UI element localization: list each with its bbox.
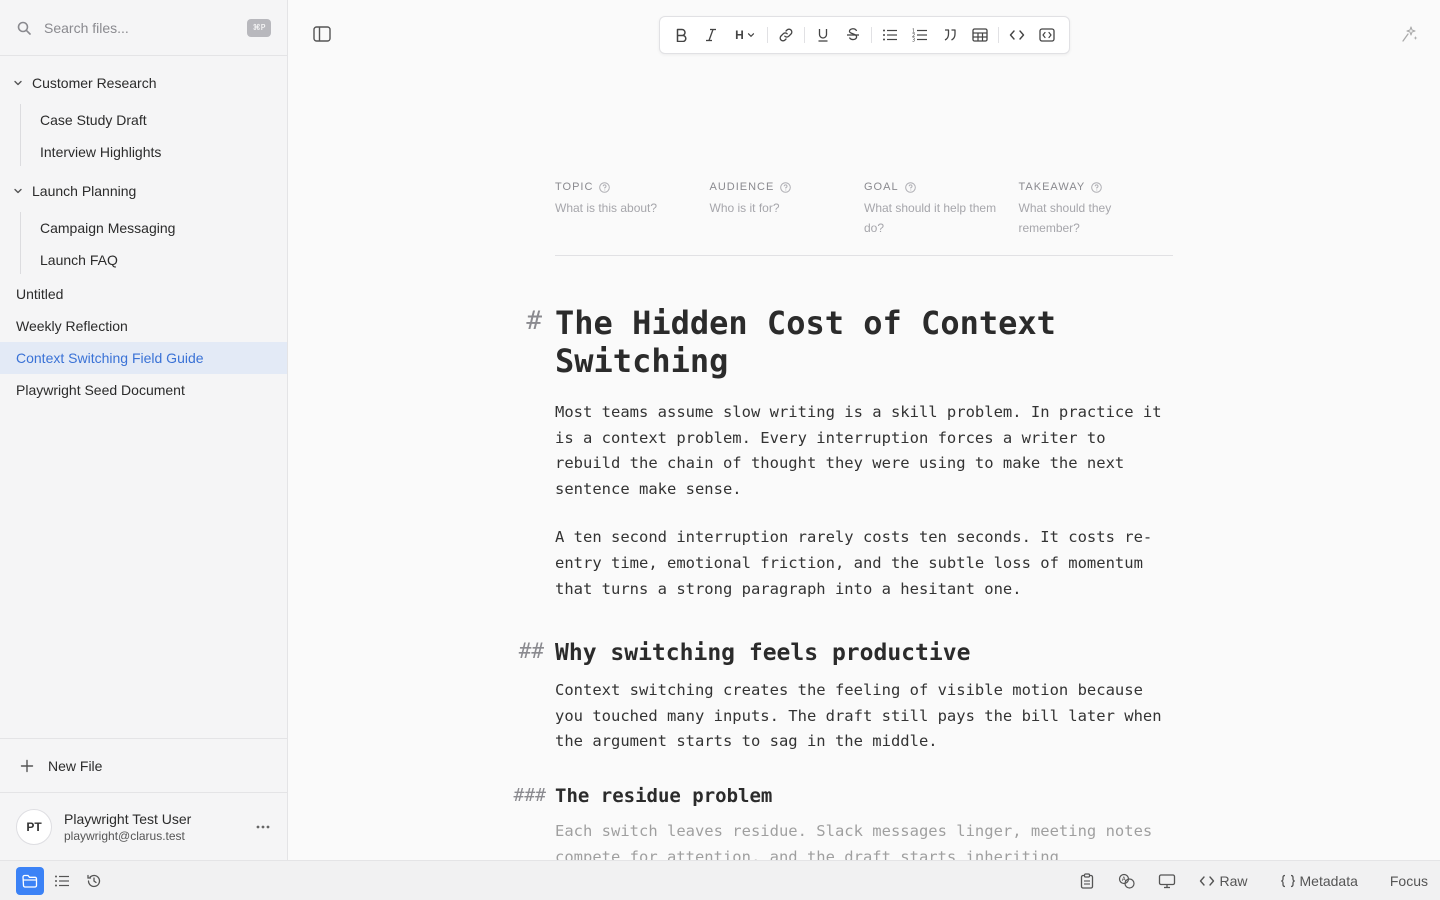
meta-placeholder-takeaway: What should they remember?: [1018, 201, 1112, 235]
user-profile: PT Playwright Test User playwright@claru…: [0, 792, 287, 860]
meta-placeholder-goal: What should it help them do?: [864, 201, 997, 235]
file-item-context-switching-field-guide[interactable]: Context Switching Field Guide: [0, 342, 287, 374]
outline-view-icon[interactable]: [48, 867, 76, 895]
file-item-weekly-reflection[interactable]: Weekly Reflection: [0, 310, 287, 342]
meta-label-topic: TOPIC: [555, 181, 594, 193]
help-icon[interactable]: [599, 181, 611, 193]
meta-field-audience[interactable]: AUDIENCE Who is it for?: [710, 178, 865, 255]
folder-label: Customer Research: [32, 75, 157, 91]
file-item-untitled[interactable]: Untitled: [0, 278, 287, 310]
file-item-interview-highlights[interactable]: Interview Highlights: [20, 136, 287, 168]
link-icon[interactable]: [773, 22, 799, 48]
help-icon[interactable]: [904, 181, 917, 193]
paragraph: A ten second interruption rarely costs t…: [555, 528, 1153, 598]
document-title: The Hidden Cost of Context Switching: [555, 304, 1056, 380]
heading-dropdown[interactable]: H: [728, 22, 762, 48]
metadata-label: Metadata: [1299, 872, 1358, 889]
clipboard-icon[interactable]: [1073, 867, 1101, 895]
paragraph: Context switching creates the feeling of…: [555, 681, 1162, 751]
file-item-case-study-draft[interactable]: Case Study Draft: [20, 104, 287, 136]
file-item-playwright-seed-document[interactable]: Playwright Seed Document: [0, 374, 287, 406]
folder-label: Launch Planning: [32, 183, 137, 199]
h1-marker: #: [526, 306, 542, 336]
italic-icon[interactable]: [698, 22, 724, 48]
meta-placeholder-topic: What is this about?: [555, 201, 658, 215]
help-icon[interactable]: [780, 181, 792, 193]
file-item-campaign-messaging[interactable]: Campaign Messaging: [20, 212, 287, 244]
user-name: Playwright Test User: [64, 810, 192, 827]
svg-text:3: 3: [912, 38, 915, 43]
heading-3: The residue problem: [555, 784, 773, 807]
meta-field-takeaway[interactable]: TAKEAWAY What should they remember?: [1019, 178, 1174, 255]
toggle-sidebar-icon[interactable]: [310, 22, 334, 46]
metadata-fields: TOPIC What is this about? AUDIENCE Who i…: [555, 178, 1173, 256]
search-input[interactable]: [44, 19, 234, 36]
heading-label: H: [735, 28, 744, 42]
more-options-icon[interactable]: [253, 817, 273, 837]
sparkle-icon[interactable]: [1400, 24, 1420, 44]
chevron-down-icon: [12, 76, 26, 90]
search-icon: [16, 20, 32, 36]
help-icon[interactable]: [1091, 181, 1103, 193]
toolbar-divider: [871, 27, 872, 43]
meta-placeholder-audience: Who is it for?: [709, 201, 780, 215]
numbered-list-icon[interactable]: 123: [907, 22, 933, 48]
sidebar: ⌘P Customer Research Case Study Draft In…: [0, 0, 288, 860]
metadata-button[interactable]: Metadata: [1280, 873, 1358, 889]
raw-mode-label: Raw: [1219, 872, 1248, 889]
folder-children: Case Study Draft Interview Highlights: [0, 104, 287, 168]
monitor-icon[interactable]: [1153, 867, 1181, 895]
file-item-launch-faq[interactable]: Launch FAQ: [20, 244, 287, 276]
folder-launch-planning[interactable]: Launch Planning: [0, 170, 287, 212]
translate-icon[interactable]: A: [1113, 867, 1141, 895]
svg-text:A: A: [1122, 876, 1127, 883]
meta-label-takeaway: TAKEAWAY: [1018, 181, 1086, 193]
meta-field-goal[interactable]: GOAL What should it help them do?: [864, 178, 1019, 255]
toolbar-divider: [998, 27, 999, 43]
meta-label-goal: GOAL: [864, 181, 899, 193]
raw-mode-button[interactable]: Raw: [1199, 872, 1248, 889]
braces-icon: [1280, 874, 1295, 887]
paragraph: Most teams assume slow writing is a skil…: [555, 403, 1162, 498]
bold-icon[interactable]: [668, 22, 694, 48]
document-body[interactable]: The Hidden Cost of Context Switching Mos…: [555, 300, 1175, 860]
meta-field-topic[interactable]: TOPIC What is this about?: [555, 178, 710, 255]
inline-code-icon[interactable]: [1004, 22, 1030, 48]
strikethrough-icon[interactable]: [840, 22, 866, 48]
folder-customer-research[interactable]: Customer Research: [0, 62, 287, 104]
code-block-icon[interactable]: [1034, 22, 1060, 48]
toolbar-divider: [804, 27, 805, 43]
table-icon[interactable]: [967, 22, 993, 48]
folder-children: Campaign Messaging Launch FAQ: [0, 212, 287, 276]
files-view-icon[interactable]: [16, 866, 44, 895]
code-icon: [1200, 875, 1215, 886]
focus-mode-button[interactable]: Focus: [1390, 873, 1428, 889]
formatting-toolbar: H 123: [659, 16, 1070, 54]
new-file-label: New File: [48, 757, 103, 774]
user-email: playwright@clarus.test: [64, 828, 185, 843]
meta-label-audience: AUDIENCE: [709, 181, 775, 193]
paragraph: Each switch leaves residue. Slack messag…: [555, 821, 1153, 860]
h3-marker: ###: [513, 785, 546, 806]
editor-area: H 123 TOPIC What is this about? AUDIENCE…: [288, 0, 1440, 860]
search-bar: ⌘P: [0, 0, 287, 56]
history-icon[interactable]: [80, 867, 108, 895]
chevron-down-icon: [747, 31, 755, 39]
search-shortcut-badge: ⌘P: [247, 18, 271, 37]
bullet-list-icon[interactable]: [877, 22, 903, 48]
chevron-down-icon: [12, 184, 26, 198]
underline-icon[interactable]: [810, 22, 836, 48]
quote-icon[interactable]: [937, 22, 963, 48]
heading-2: Why switching feels productive: [555, 640, 971, 667]
plus-icon: [20, 758, 36, 774]
toolbar-divider: [767, 27, 768, 43]
avatar[interactable]: PT: [16, 808, 52, 845]
new-file-button[interactable]: New File: [0, 738, 287, 792]
file-tree: Customer Research Case Study Draft Inter…: [0, 56, 287, 406]
status-bar: A Raw Metadata Focus: [0, 860, 1440, 900]
h2-marker: ##: [518, 639, 544, 663]
